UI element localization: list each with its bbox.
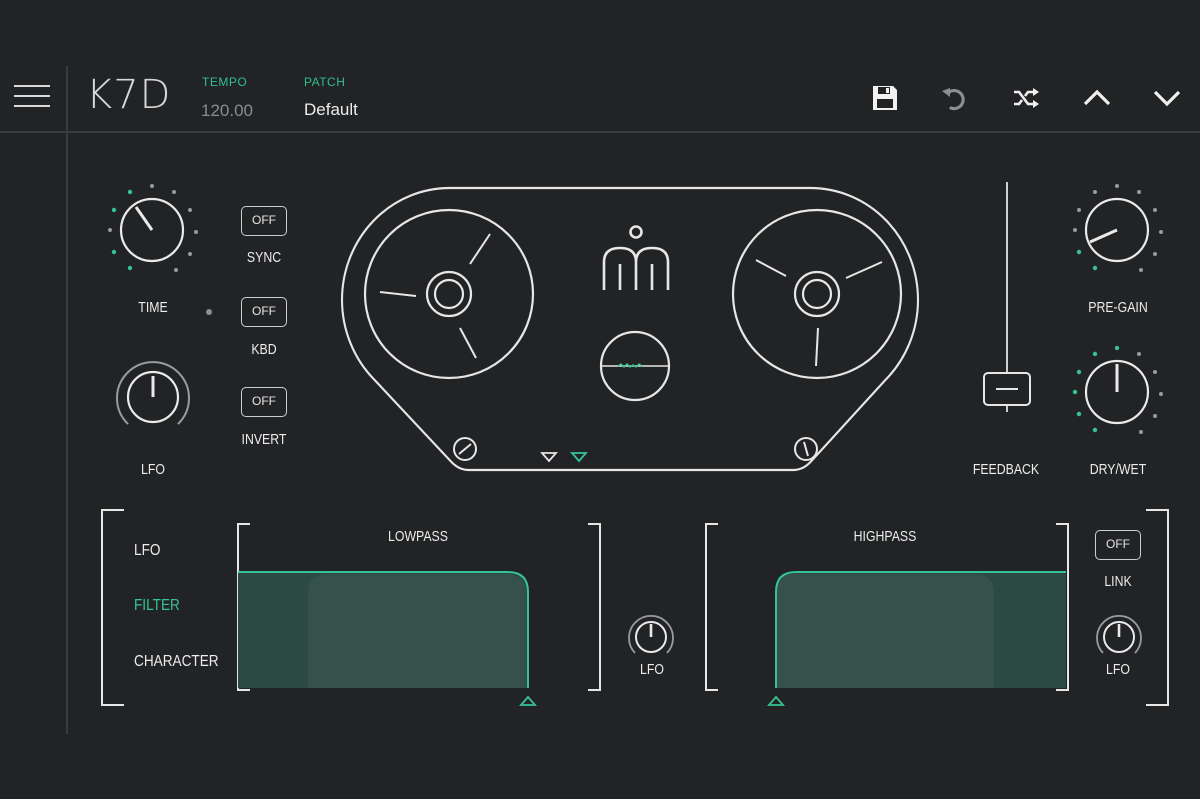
menu-icon[interactable] — [14, 85, 50, 109]
link-toggle[interactable]: OFF — [1095, 530, 1141, 560]
link-label: LINK — [1104, 573, 1132, 590]
time-label: TIME — [138, 299, 168, 316]
pre-gain-label: PRE-GAIN — [1088, 299, 1148, 316]
lowpass-lfo-label: LFO — [640, 661, 664, 678]
lowpass-filter-display[interactable] — [236, 522, 602, 699]
time-knob[interactable] — [102, 182, 206, 281]
lowpass-label: LOWPASS — [388, 528, 448, 545]
right-reel — [731, 208, 903, 380]
patch-label: PATCH — [304, 75, 346, 89]
dry-wet-label: DRY/WET — [1089, 461, 1147, 478]
highpass-lfo-label: LFO — [1106, 661, 1130, 678]
dry-wet-knob[interactable] — [1067, 344, 1171, 443]
undo-icon[interactable] — [939, 82, 971, 114]
shuffle-icon[interactable] — [1010, 82, 1042, 114]
save-icon[interactable] — [869, 82, 901, 114]
invert-label: INVERT — [241, 431, 287, 448]
chevron-down-icon[interactable] — [1151, 82, 1183, 114]
app-title: K7D — [86, 72, 172, 118]
sidebar-divider — [66, 66, 68, 734]
patch-selector[interactable]: Default — [304, 100, 358, 120]
tab-character[interactable]: CHARACTER — [134, 653, 219, 671]
header-divider — [0, 131, 1200, 133]
kbd-label: KBD — [251, 341, 277, 358]
highpass-filter-display[interactable] — [704, 522, 1070, 699]
tab-lfo[interactable]: LFO — [134, 542, 160, 560]
lfo-label: LFO — [141, 461, 165, 478]
highpass-label: HIGHPASS — [853, 528, 917, 545]
section-tabs-bracket — [100, 508, 126, 713]
sync-label: SYNC — [246, 249, 282, 266]
chevron-up-icon[interactable] — [1081, 82, 1113, 114]
highpass-cutoff-handle[interactable] — [767, 694, 785, 712]
lowpass-lfo-knob[interactable] — [626, 612, 676, 667]
lowpass-cutoff-handle[interactable] — [519, 694, 537, 712]
highpass-lfo-knob[interactable] — [1094, 612, 1144, 667]
feedback-slider[interactable] — [980, 182, 1034, 417]
lfo-knob[interactable] — [112, 356, 194, 443]
tempo-value[interactable]: 120.00 — [201, 101, 253, 121]
sync-toggle[interactable]: OFF — [241, 206, 287, 236]
pre-gain-knob[interactable] — [1067, 182, 1171, 281]
link-bracket — [1144, 508, 1170, 713]
time-indicator-dot — [206, 309, 212, 315]
brand-logo — [602, 225, 670, 290]
tape-machine-display — [330, 180, 930, 481]
tempo-label: TEMPO — [202, 75, 248, 89]
feedback-label: FEEDBACK — [972, 461, 1040, 478]
invert-toggle[interactable]: OFF — [241, 387, 287, 417]
kbd-toggle[interactable]: OFF — [241, 297, 287, 327]
left-reel — [363, 208, 535, 380]
tab-filter[interactable]: FILTER — [134, 597, 180, 615]
